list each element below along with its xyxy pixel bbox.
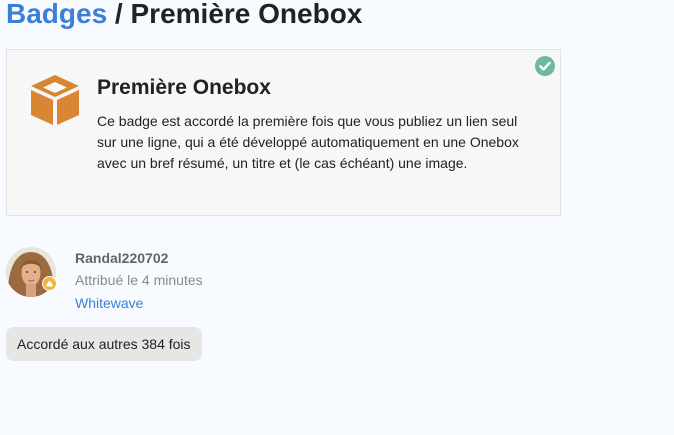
- badge-grant-item: Randal220702 Attribué le 4 minutes White…: [6, 246, 306, 316]
- page-title: Badges / Première Onebox: [6, 0, 362, 32]
- badge-description: Ce badge est accordé la première fois qu…: [97, 113, 519, 171]
- grant-username[interactable]: Randal220702: [75, 249, 168, 267]
- grant-topic-link[interactable]: Whitewave: [75, 294, 143, 312]
- breadcrumb-badges-link[interactable]: Badges: [6, 0, 107, 29]
- breadcrumb-separator: /: [107, 0, 131, 29]
- badge-name: Première Onebox: [97, 76, 271, 99]
- grant-time: Attribué le 4 minutes: [75, 272, 203, 288]
- cube-icon: [31, 75, 79, 125]
- flair-badge-icon: [42, 276, 57, 291]
- check-circle-icon: [535, 56, 555, 76]
- breadcrumb-current: Première Onebox: [130, 0, 363, 29]
- badge-card: Première Onebox Ce badge est accordé la …: [6, 49, 561, 216]
- others-count-badge: Accordé aux autres 384 fois: [6, 327, 202, 361]
